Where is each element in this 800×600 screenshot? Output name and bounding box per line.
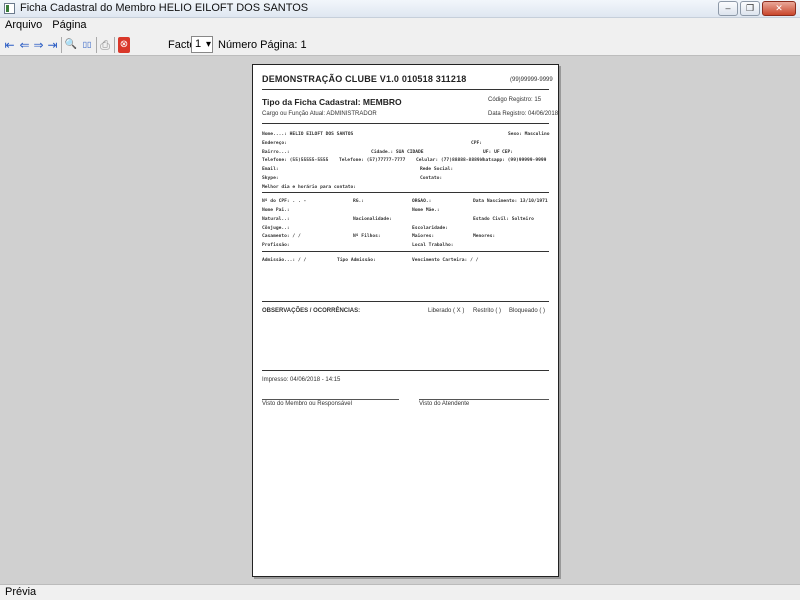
separator [96, 37, 97, 53]
menu-pagina[interactable]: Página [52, 18, 86, 34]
field-orgao: ORGAO.: [412, 199, 432, 204]
zoom-icon[interactable]: 🔍 [64, 37, 78, 53]
divider [262, 89, 549, 90]
field-uf: UF: UF [483, 150, 500, 155]
observacoes-label: OBSERVAÇÕES / OCORRÊNCIAS: [262, 308, 361, 314]
field-estado-civil: Estado Civil: Solteiro [473, 217, 534, 222]
field-celular: Celular: (77)88888-8889 [416, 158, 480, 163]
status-liberado: Liberado ( X ) [428, 308, 465, 314]
field-tipo-admissao: Tipo Admissão: [337, 258, 376, 263]
field-natural: Natural..: [262, 217, 290, 222]
menu-arquivo[interactable]: Arquivo [5, 18, 42, 34]
field-rede-social: Rede Social: [420, 167, 454, 172]
field-rg: RG.: [353, 199, 365, 204]
minimize-button[interactable]: – [718, 1, 738, 16]
page-view-icon[interactable]: ▯▯ [80, 37, 94, 53]
field-cep: CEP: [502, 150, 514, 155]
field-vencimento: Vencimento Carteira: / / [412, 258, 479, 263]
field-telefone-2: Telefone: (57)77777-7777 [339, 158, 406, 163]
title-bar: Ficha Cadastral do Membro HELIO EILOFT D… [0, 0, 800, 18]
status-bloqueado: Bloqueado ( ) [509, 308, 546, 314]
field-telefone-1: Telefone: (55)55555-5555 [262, 158, 329, 163]
data-registro: Data Registro: 04/06/2018 [488, 111, 559, 117]
last-page-icon[interactable]: ⇥ [46, 37, 59, 53]
menu-bar: Arquivo Página [0, 18, 800, 34]
field-nome: Nome....: HELIO EILOFT DOS SANTOS [262, 132, 354, 137]
field-admissao: Admissão...: / / [262, 258, 307, 263]
field-maiores: Maiores: [412, 234, 435, 239]
signature-line-membro [262, 399, 399, 400]
field-casamento: Casamento: / / [262, 234, 301, 239]
codigo-registro: Código Registro: 15 [488, 97, 542, 103]
field-endereco: Endereço: [262, 141, 287, 146]
field-nome-pai: Nome Pai.: [262, 208, 290, 213]
separator [114, 37, 115, 53]
divider [262, 301, 549, 302]
field-sexo: Sexo: Masculino [508, 132, 550, 137]
header-phone: (99)99999-9999 [510, 77, 553, 83]
toolbar: ⇤ ⇐ ⇒ ⇥ 🔍 ▯▯ ⎙ ⊗ Factor: 1 Número Página… [0, 34, 800, 56]
divider [262, 192, 549, 193]
print-icon[interactable]: ⎙ [98, 37, 112, 53]
maximize-button[interactable]: ❐ [740, 1, 760, 16]
field-skype: Skype: [262, 176, 279, 181]
divider [262, 370, 549, 371]
impresso-timestamp: Impresso: 04/06/2018 - 14:15 [262, 377, 341, 383]
next-page-icon[interactable]: ⇒ [32, 37, 45, 53]
field-whatsapp: Whatsapp: (99)99999-9999 [480, 158, 547, 163]
field-local-trabalho: Local Trabalho: [412, 243, 454, 248]
divider [262, 123, 549, 124]
field-nome-mae: Nome Mãe.: [412, 208, 440, 213]
status-restrito: Restrito ( ) [473, 308, 502, 314]
separator [61, 37, 62, 53]
field-bairro: Bairro...: [262, 150, 290, 155]
stop-icon[interactable]: ⊗ [118, 37, 130, 53]
signature-line-atendente [419, 399, 549, 400]
first-page-icon[interactable]: ⇤ [3, 37, 16, 53]
field-menores: Menores: [473, 234, 496, 239]
field-cidade: Cidade.: SUA CIDADE [371, 150, 424, 155]
window-title: Ficha Cadastral do Membro HELIO EILOFT D… [20, 2, 309, 14]
report-page: DEMONSTRAÇÃO CLUBE V1.0 010518 311218 (9… [252, 64, 559, 577]
field-nacionalidade: Nacionalidade: [353, 217, 392, 222]
field-contato: Contato: [420, 176, 443, 181]
factor-select[interactable]: 1 [191, 36, 213, 53]
field-email: Email: [262, 167, 279, 172]
field-nascimento: Data Nascimento: 13/10/1971 [473, 199, 548, 204]
prev-page-icon[interactable]: ⇐ [18, 37, 31, 53]
report-header: DEMONSTRAÇÃO CLUBE V1.0 010518 311218 [262, 74, 467, 84]
tipo-ficha: Tipo da Ficha Cadastral: MEMBRO [262, 97, 402, 107]
field-conjuge: Cônjuge..: [262, 226, 290, 231]
field-melhor-contato: Melhor dia e horário para contato: [262, 185, 357, 190]
field-profissao: Profissão: [262, 243, 290, 248]
app-icon [4, 3, 15, 14]
cargo: Cargo ou Função Atual: ADMINISTRADOR [262, 111, 377, 117]
field-escolaridade: Escolaridade: [412, 226, 448, 231]
status-bar: Prévia [0, 584, 800, 600]
divider [262, 251, 549, 252]
field-n-cpf: Nº do CPF: . . - [262, 199, 307, 204]
page-number-label: Número Página: 1 [218, 39, 307, 51]
close-button[interactable]: ✕ [762, 1, 796, 16]
field-filhos: Nº Filhos: [353, 234, 381, 239]
visto-membro: Visto do Membro ou Responsável [262, 401, 352, 407]
field-cpf: CPF: [471, 141, 483, 146]
visto-atendente: Visto do Atendente [419, 401, 470, 407]
